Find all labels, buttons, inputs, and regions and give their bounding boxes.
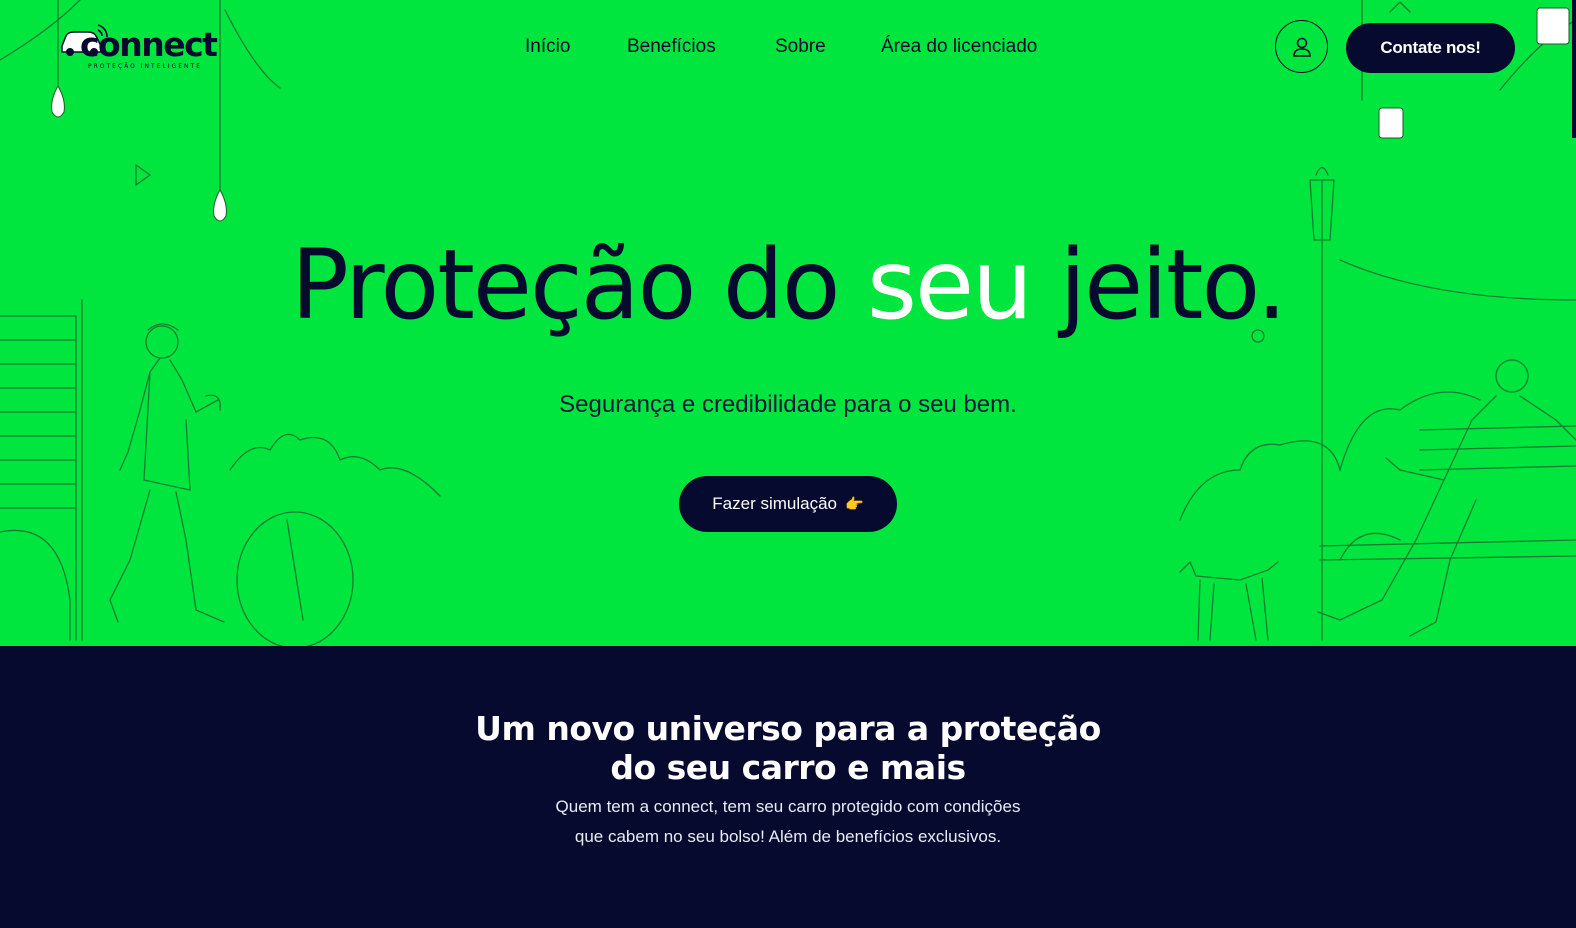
hero-subheadline: Segurança e credibilidade para o seu bem… bbox=[559, 391, 1017, 418]
headline-part2: jeito. bbox=[1030, 229, 1287, 341]
user-account-button[interactable] bbox=[1275, 20, 1328, 73]
hero-headline: Proteção do seu jeito. bbox=[0, 225, 1576, 345]
scrollbar[interactable] bbox=[1572, 0, 1576, 138]
contact-button[interactable]: Contate nos! bbox=[1346, 23, 1515, 73]
hero-section: connect PROTEÇÃO INTELIGENTE Início Bene… bbox=[0, 0, 1576, 646]
simulation-button-label: Fazer simulação bbox=[712, 494, 838, 513]
navbar: connect PROTEÇÃO INTELIGENTE Início Bene… bbox=[0, 0, 1576, 100]
headline-highlight: seu bbox=[867, 229, 1033, 341]
connect-logo[interactable]: connect PROTEÇÃO INTELIGENTE bbox=[58, 20, 228, 76]
logo-tagline: PROTEÇÃO INTELIGENTE bbox=[88, 63, 202, 70]
universe-section: Um novo universo para a proteção do seu … bbox=[0, 646, 1576, 928]
simulation-button[interactable]: Fazer simulação 👉 bbox=[679, 476, 897, 532]
section-title-line2: do seu carro e mais bbox=[610, 748, 966, 787]
headline-part1: Proteção do bbox=[290, 229, 867, 341]
section-text-line2: que cabem no seu bolso! Além de benefíci… bbox=[574, 827, 1002, 846]
nav-link-area-licenciado[interactable]: Área do licenciado bbox=[881, 36, 1037, 58]
section-text: Quem tem a connect, tem seu carro proteg… bbox=[488, 792, 1088, 852]
nav-link-inicio[interactable]: Início bbox=[525, 36, 570, 58]
section-title-line1: Um novo universo para a proteção bbox=[475, 709, 1101, 748]
user-icon bbox=[1292, 37, 1311, 57]
nav-link-sobre[interactable]: Sobre bbox=[775, 36, 826, 58]
nav-link-beneficios[interactable]: Benefícios bbox=[627, 36, 716, 58]
logo-wordmark: connect bbox=[80, 25, 218, 64]
section-text-line1: Quem tem a connect, tem seu carro proteg… bbox=[555, 797, 1021, 816]
section-title: Um novo universo para a proteção do seu … bbox=[388, 709, 1188, 787]
pointing-hand-icon: 👉 bbox=[845, 496, 864, 513]
